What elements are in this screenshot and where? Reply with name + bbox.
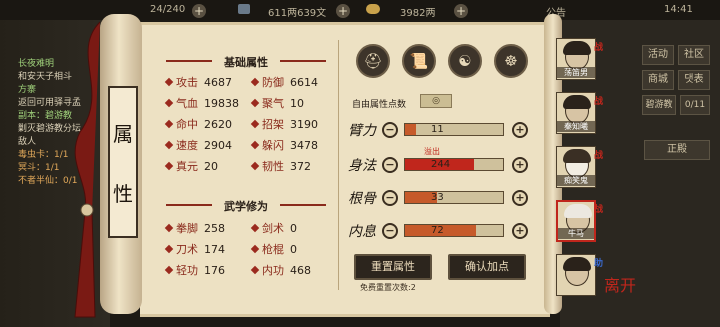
shop-button[interactable]: 商城 xyxy=(642,70,674,90)
free-points-label: 自由属性点数 xyxy=(352,100,407,110)
stat-zhenyuan: 真元 20 xyxy=(164,158,218,174)
yinyang-icon[interactable]: ☯ xyxy=(448,44,482,78)
portrait-4[interactable]: 牛马 xyxy=(556,200,596,242)
reset-attrs-button[interactable]: 重置属性 xyxy=(354,254,432,280)
add-silver-button[interactable]: + xyxy=(454,4,468,18)
attr-fill xyxy=(405,124,416,135)
main-hall-tab[interactable]: 正殿 xyxy=(644,140,710,160)
activity-button[interactable]: 活动 xyxy=(642,45,674,65)
attr-name: 臂力 xyxy=(348,123,376,139)
scroll-title-plate: 属 性 xyxy=(108,86,138,238)
copper-counter: 611两639文 xyxy=(268,8,327,19)
add-energy-button[interactable]: + xyxy=(192,4,206,18)
martial-title: 武学修为 xyxy=(166,198,326,214)
plus-button[interactable]: + xyxy=(512,157,528,173)
attr-bar: 244 xyxy=(404,158,504,171)
plus-button[interactable]: + xyxy=(512,190,528,206)
column-divider xyxy=(338,40,339,290)
leave-seal[interactable]: 离开 xyxy=(604,272,636,296)
attr-name: 内息 xyxy=(348,224,376,240)
plus-button[interactable]: + xyxy=(512,223,528,239)
battle-badge: 战 xyxy=(594,43,604,53)
stat-defense: 防御 6614 xyxy=(250,74,318,90)
stat-hp: 气血 19838 xyxy=(164,95,239,111)
energy-counter: 24/240 xyxy=(150,4,186,15)
attr-bar: 11 xyxy=(404,123,504,136)
dungeon-progress: 0/11 xyxy=(680,95,710,115)
minus-button[interactable]: − xyxy=(382,122,398,138)
stat-parry: 招架 3190 xyxy=(250,116,318,132)
attr-bar: 33 xyxy=(404,191,504,204)
silver-counter: 3982两 xyxy=(400,8,436,19)
right-menu: 活动 社区 商城 댓表 碧游教 0/11 xyxy=(640,42,712,117)
portrait-5[interactable] xyxy=(556,254,596,296)
attr-name: 身法 xyxy=(348,158,376,174)
attr-row-constitution: 根骨 − 33 + xyxy=(348,188,538,210)
attr-bar: 72 xyxy=(404,224,504,237)
free-reset-count: 免费重置次数:2 xyxy=(360,283,416,292)
silver-icon xyxy=(366,4,380,14)
free-points-value: ◎ xyxy=(420,94,452,108)
attr-row-strength: 臂力 − 11 + xyxy=(348,120,538,142)
community-button[interactable]: 社区 xyxy=(678,45,710,65)
martial-sword: 剑术 0 xyxy=(250,220,297,236)
meditation-icon[interactable]: ☸ xyxy=(494,44,528,78)
stat-hit: 命中 2620 xyxy=(164,116,232,132)
plus-button[interactable]: + xyxy=(512,122,528,138)
attr-row-agility: 身法 − 244 + xyxy=(348,155,538,177)
battle-badge: 战 xyxy=(594,97,604,107)
portrait-1[interactable]: 荡笛男 xyxy=(556,38,596,80)
martial-blade: 刀术 174 xyxy=(164,241,225,257)
stat-speed: 速度 2904 xyxy=(164,137,232,153)
dungeon-label: 碧游教 xyxy=(642,95,676,115)
stat-attack: 攻击 4687 xyxy=(164,74,232,90)
stat-gather: 聚气 10 xyxy=(250,95,304,111)
copper-icon xyxy=(238,4,250,14)
minus-button[interactable]: − xyxy=(382,223,398,239)
scroll-title-char: 性 xyxy=(113,181,133,206)
martial-spear: 枪棍 0 xyxy=(250,241,297,257)
stat-dodge: 躲闪 3478 xyxy=(250,137,318,153)
attr-row-breath: 内息 − 72 + xyxy=(348,221,538,243)
confirm-points-button[interactable]: 确认加点 xyxy=(448,254,526,280)
basic-attrs-title: 基础属性 xyxy=(166,54,326,70)
hat-icon[interactable]: ⛑ xyxy=(356,44,390,78)
scroll-title-char: 属 xyxy=(113,121,133,146)
assist-badge: 助 xyxy=(594,259,604,269)
scroll-book-icon[interactable]: 📜 xyxy=(402,44,436,78)
add-copper-button[interactable]: + xyxy=(336,4,350,18)
stat-tenacity: 韧性 372 xyxy=(250,158,311,174)
martial-inner: 内功 468 xyxy=(250,262,311,278)
battle-badge: 战 xyxy=(594,151,604,161)
attr-name: 根骨 xyxy=(348,191,376,207)
portrait-3[interactable]: 痴笑鬼 xyxy=(556,146,596,188)
martial-lightness: 轻功 176 xyxy=(164,262,225,278)
portrait-2[interactable]: 秦知曦 xyxy=(556,92,596,134)
martial-fist: 拳脚 258 xyxy=(164,220,225,236)
ranking-button[interactable]: 댓表 xyxy=(678,70,710,90)
minus-button[interactable]: − xyxy=(382,190,398,206)
clock: 14:41 xyxy=(664,4,693,15)
minus-button[interactable]: − xyxy=(382,157,398,173)
battle-badge: 战 xyxy=(594,205,604,215)
